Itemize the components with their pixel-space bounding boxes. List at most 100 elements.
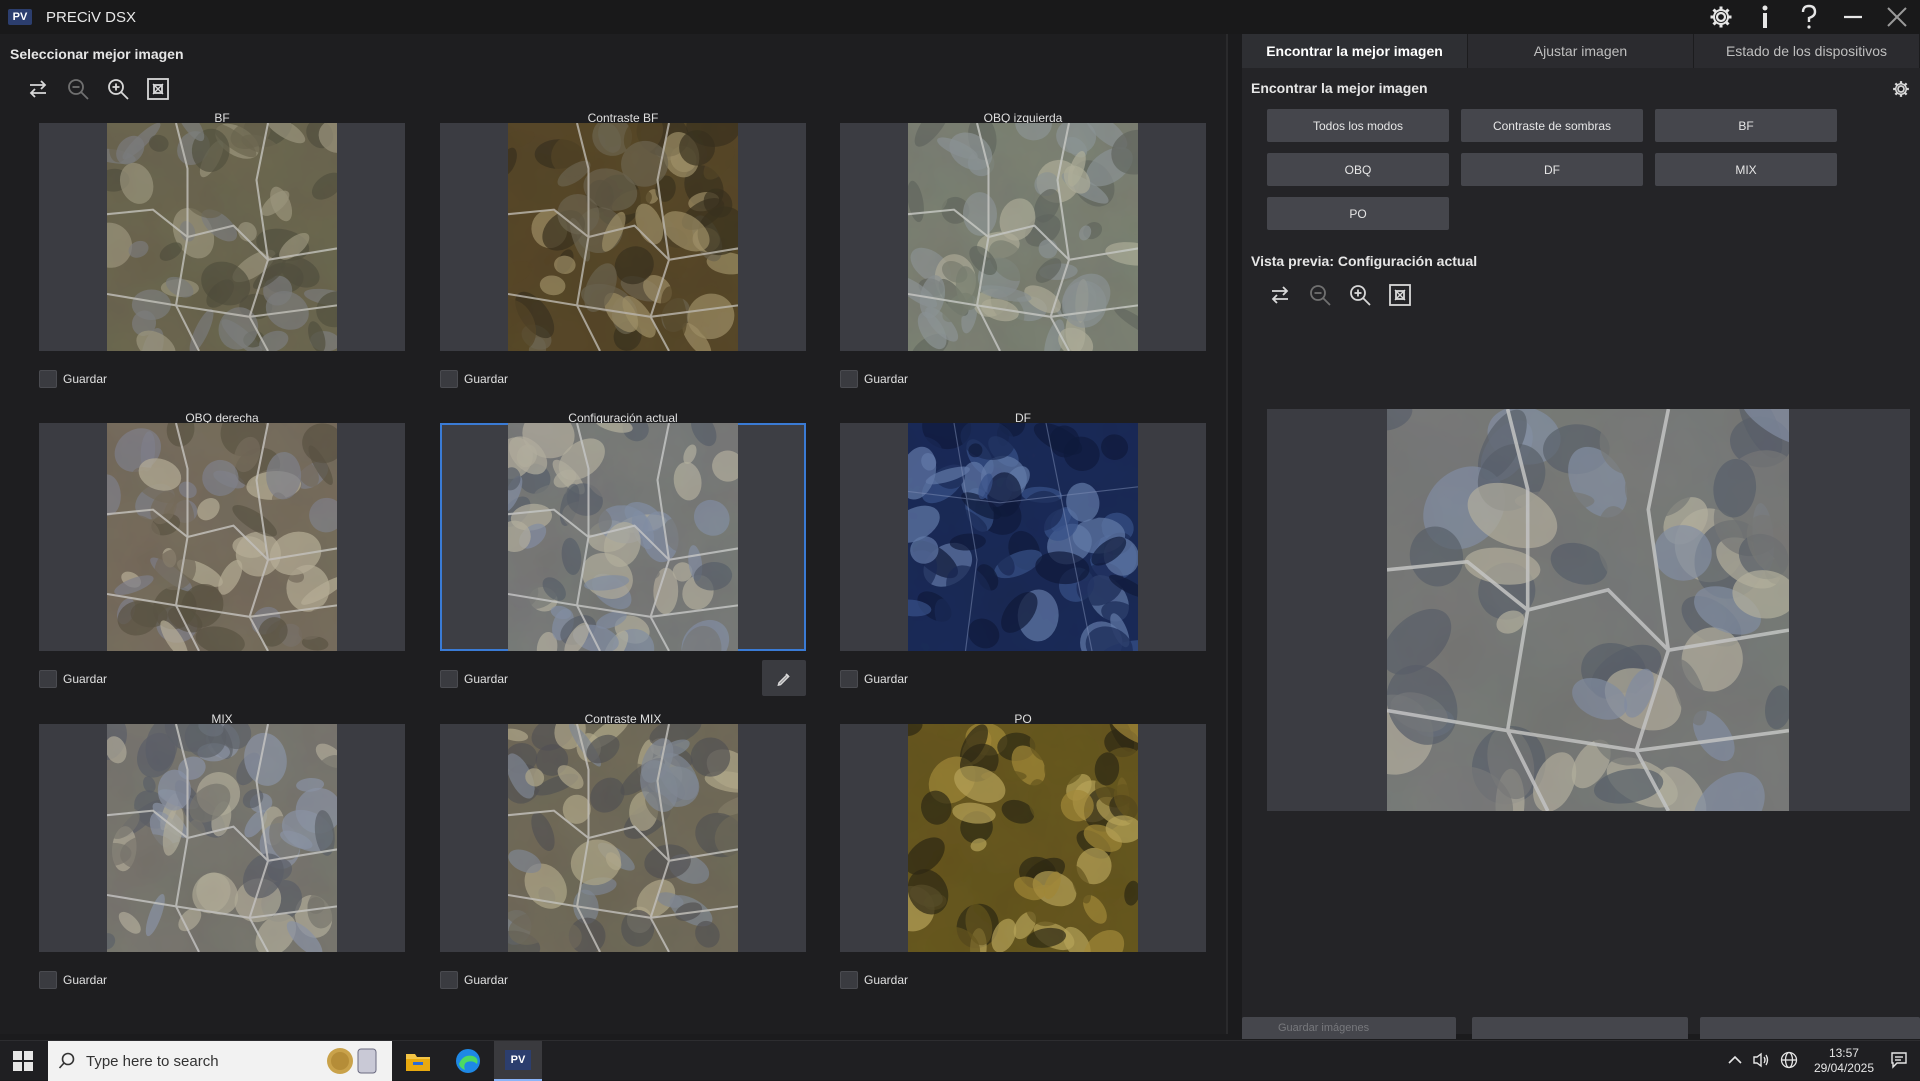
- taskbar-search-box[interactable]: Type here to search: [48, 1041, 392, 1081]
- mode-shadow-contrast-button[interactable]: Contraste de sombras: [1461, 109, 1643, 142]
- thumbnail-image[interactable]: [492, 711, 763, 961]
- save-checkbox-row[interactable]: Guardar: [840, 971, 908, 989]
- clock-date: 29/04/2025: [1813, 1061, 1874, 1075]
- image-frame[interactable]: [440, 711, 806, 961]
- mode-obq-button[interactable]: OBQ: [1267, 153, 1449, 186]
- save-checkbox-row[interactable]: Guardar: [440, 670, 508, 688]
- thumbnail-image[interactable]: [494, 410, 749, 674]
- fit-icon[interactable]: [1387, 282, 1413, 308]
- save-checkbox[interactable]: [440, 370, 458, 388]
- tab-find-best-image[interactable]: Encontrar la mejor imagen: [1242, 34, 1468, 68]
- save-label: Guardar: [864, 672, 909, 686]
- image-cell[interactable]: PO Guardar: [840, 712, 1206, 1002]
- save-checkbox[interactable]: [39, 370, 57, 388]
- info-icon[interactable]: [1750, 2, 1780, 32]
- save-label: Guardar: [464, 672, 509, 686]
- panel-settings-icon[interactable]: [1892, 80, 1912, 100]
- swap-icon[interactable]: [1267, 282, 1293, 308]
- file-explorer-icon[interactable]: [394, 1041, 442, 1081]
- image-frame[interactable]: [440, 410, 806, 674]
- save-label: Guardar: [864, 372, 909, 386]
- save-checkbox-row[interactable]: Guardar: [39, 971, 107, 989]
- find-best-image-heading: Encontrar la mejor imagen: [1251, 80, 1428, 96]
- thumbnail-image[interactable]: [87, 105, 356, 370]
- thumbnail-image[interactable]: [891, 404, 1155, 668]
- mode-mix-button[interactable]: MIX: [1655, 153, 1837, 186]
- edit-pencil-icon[interactable]: [762, 660, 806, 696]
- mode-df-button[interactable]: DF: [1461, 153, 1643, 186]
- zoom-in-icon[interactable]: [105, 76, 131, 102]
- bottom-button-2[interactable]: [1472, 1017, 1688, 1039]
- zoom-out-icon[interactable]: [1307, 282, 1333, 308]
- preview-frame[interactable]: [1267, 409, 1910, 811]
- search-placeholder: Type here to search: [86, 1052, 219, 1070]
- image-cell[interactable]: OBQ derecha Guardar: [39, 409, 405, 701]
- save-checkbox[interactable]: [440, 670, 458, 688]
- save-checkbox[interactable]: [840, 971, 858, 989]
- image-frame[interactable]: [840, 404, 1206, 668]
- select-best-image-pane: Seleccionar mejor imagen BF Guardar Contra…: [0, 34, 1228, 1034]
- zoom-out-icon[interactable]: [65, 76, 91, 102]
- fit-icon[interactable]: [145, 76, 171, 102]
- save-label: Guardar: [864, 973, 909, 987]
- taskbar: Type here to search PV 13:57 29/04/2025: [0, 1040, 1920, 1081]
- network-icon[interactable]: [1780, 1051, 1798, 1072]
- preview-image[interactable]: [1387, 409, 1789, 811]
- image-frame[interactable]: [39, 703, 405, 957]
- image-cell[interactable]: Configuración actual Guardar: [440, 410, 806, 701]
- mode-all-button[interactable]: Todos los modos: [1267, 109, 1449, 142]
- image-frame[interactable]: [39, 409, 405, 659]
- save-images-button[interactable]: Guardar imágenes: [1242, 1017, 1456, 1039]
- image-frame[interactable]: [440, 103, 806, 363]
- chevron-up-icon[interactable]: [1728, 1054, 1742, 1068]
- save-checkbox-row[interactable]: Guardar: [440, 971, 508, 989]
- image-cell[interactable]: OBQ izquierda Guardar: [840, 101, 1206, 401]
- notifications-icon[interactable]: [1890, 1051, 1908, 1072]
- image-cell[interactable]: DF Guardar: [840, 404, 1206, 701]
- edge-icon[interactable]: [444, 1041, 492, 1081]
- save-checkbox-row[interactable]: Guardar: [840, 670, 908, 688]
- thumbnail-image[interactable]: [889, 712, 1157, 974]
- save-checkbox[interactable]: [840, 670, 858, 688]
- thumbnail-image[interactable]: [85, 409, 347, 659]
- image-cell[interactable]: MIX Guardar: [39, 703, 405, 1002]
- thumbnail-image[interactable]: [494, 103, 750, 363]
- image-frame[interactable]: [840, 712, 1206, 974]
- image-cell[interactable]: Contraste MIX Guardar: [440, 711, 806, 1002]
- clock-time: 13:57: [1828, 1046, 1859, 1060]
- image-cell[interactable]: BF Guardar: [39, 105, 405, 401]
- save-label: Guardar: [63, 372, 108, 386]
- minimize-icon[interactable]: [1838, 2, 1868, 32]
- zoom-in-icon[interactable]: [1347, 282, 1373, 308]
- thumbnail-image[interactable]: [89, 703, 350, 957]
- volume-icon[interactable]: [1752, 1052, 1770, 1071]
- save-checkbox[interactable]: [840, 370, 858, 388]
- image-frame[interactable]: [39, 105, 405, 370]
- close-icon[interactable]: [1882, 2, 1912, 32]
- search-highlight-icon: [327, 1048, 377, 1074]
- bottom-button-3[interactable]: [1700, 1017, 1920, 1039]
- mode-bf-button[interactable]: BF: [1655, 109, 1837, 142]
- image-frame[interactable]: [840, 101, 1206, 364]
- swap-icon[interactable]: [25, 76, 51, 102]
- save-checkbox-row[interactable]: Guardar: [39, 370, 107, 388]
- thumbnail-image[interactable]: [894, 101, 1161, 364]
- clock[interactable]: 13:57 29/04/2025: [1808, 1046, 1880, 1076]
- save-checkbox[interactable]: [39, 670, 57, 688]
- mode-po-button[interactable]: PO: [1267, 197, 1449, 230]
- right-panel: Encontrar la mejor imagen Ajustar imagen…: [1242, 34, 1920, 1034]
- tab-device-status[interactable]: Estado de los dispositivos: [1694, 34, 1920, 68]
- save-checkbox[interactable]: [39, 971, 57, 989]
- save-checkbox-row[interactable]: Guardar: [840, 370, 908, 388]
- windows-start-icon[interactable]: [0, 1041, 46, 1081]
- save-checkbox-row[interactable]: Guardar: [440, 370, 508, 388]
- save-checkbox-row[interactable]: Guardar: [39, 670, 107, 688]
- image-cell[interactable]: Contraste BF Guardar: [440, 103, 806, 401]
- save-checkbox[interactable]: [440, 971, 458, 989]
- system-tray: 13:57 29/04/2025: [1728, 1041, 1920, 1081]
- tab-adjust-image[interactable]: Ajustar imagen: [1468, 34, 1694, 68]
- preview-heading: Vista previa: Configuración actual: [1251, 253, 1478, 269]
- preciv-icon[interactable]: PV: [494, 1041, 542, 1081]
- gear-icon[interactable]: [1706, 2, 1736, 32]
- help-icon[interactable]: [1794, 2, 1824, 32]
